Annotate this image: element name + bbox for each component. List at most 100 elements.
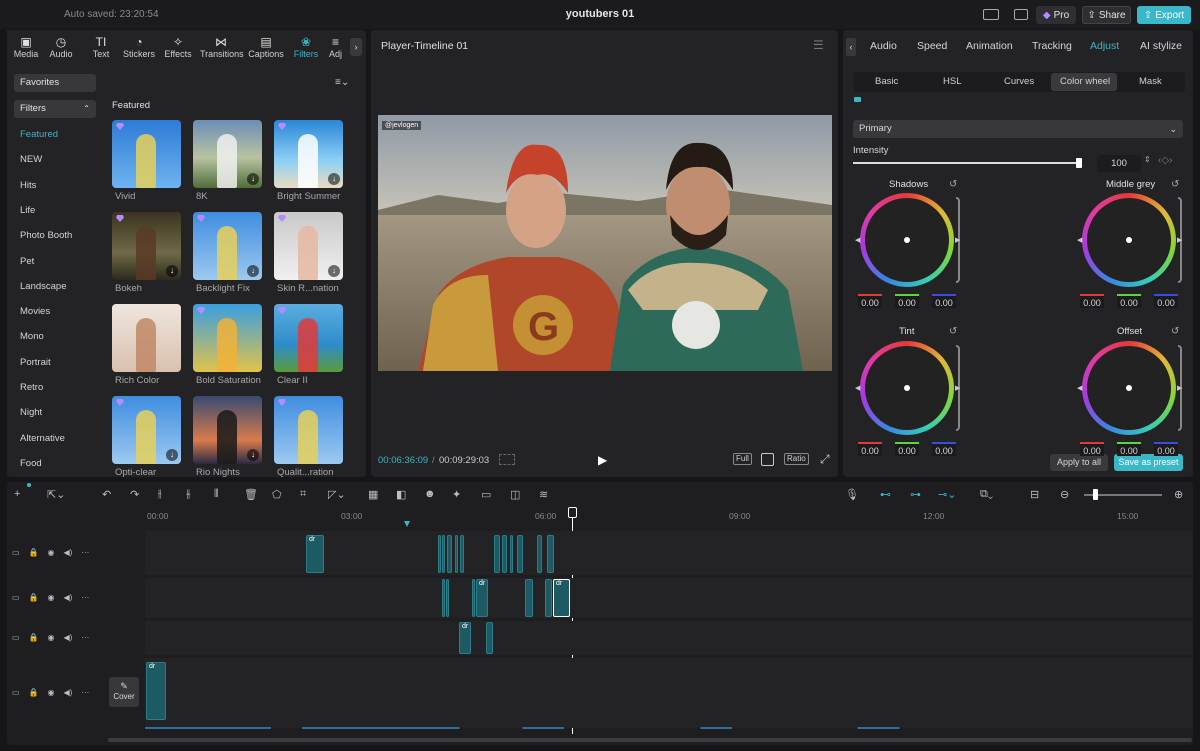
- tool-adj[interactable]: ≡ Adj: [323, 35, 348, 59]
- tab-ai-stylize[interactable]: AI stylize: [1140, 40, 1182, 52]
- add-track-icon[interactable]: +: [14, 488, 20, 500]
- record-icon[interactable]: ◫: [510, 488, 520, 501]
- timeline-clip[interactable]: [472, 579, 475, 617]
- timeline-track[interactable]: [145, 578, 1193, 618]
- intensity-slider-track[interactable]: [853, 162, 1079, 164]
- tool-audio[interactable]: ◷ Audio: [40, 35, 82, 59]
- category-landscape[interactable]: Landscape: [20, 281, 66, 292]
- color-wheel-tint[interactable]: [860, 341, 954, 435]
- tool-filters[interactable]: ❀ Filters: [285, 35, 327, 59]
- track-type-icon[interactable]: ▭: [12, 633, 20, 642]
- wheel-value-r[interactable]: 0.00: [858, 294, 882, 308]
- filter-thumbnail[interactable]: ↓: [193, 396, 262, 464]
- timeline-clip[interactable]: [438, 535, 441, 573]
- filter-thumbnail[interactable]: [274, 396, 343, 464]
- category-portrait[interactable]: Portrait: [20, 357, 51, 368]
- wheel-value-b[interactable]: 0.00: [1154, 442, 1178, 456]
- eye-icon[interactable]: ◉: [48, 548, 55, 557]
- wheel-value-b[interactable]: 0.00: [932, 294, 956, 308]
- timeline-clip[interactable]: [447, 535, 452, 573]
- full-button[interactable]: Full: [733, 453, 752, 465]
- filters-group-button[interactable]: Filters ⌃: [14, 100, 96, 118]
- timeline-clip[interactable]: dr: [306, 535, 324, 573]
- microphone-icon[interactable]: 🎙: [845, 488, 859, 501]
- category-food[interactable]: Food: [20, 458, 42, 469]
- wheel-value-b[interactable]: 0.00: [932, 442, 956, 456]
- tool-text[interactable]: TI Text: [80, 35, 122, 59]
- category-life[interactable]: Life: [20, 205, 35, 216]
- more-icon[interactable]: ···: [81, 688, 89, 697]
- caption-track-icon[interactable]: ⊟: [1030, 488, 1039, 501]
- eye-icon[interactable]: ◉: [48, 593, 55, 602]
- eye-icon[interactable]: ◉: [48, 633, 55, 642]
- main-track-magnet-icon[interactable]: ⊷: [880, 488, 891, 501]
- timeline-track[interactable]: [145, 531, 1193, 575]
- timeline-clip[interactable]: [545, 579, 552, 617]
- reset-icon[interactable]: ↺: [1171, 179, 1179, 190]
- auto-reframe-icon[interactable]: ▦: [368, 488, 378, 501]
- timeline-clip[interactable]: [455, 535, 458, 573]
- filter-thumbnail[interactable]: ↓: [112, 212, 181, 280]
- download-icon[interactable]: ↓: [247, 265, 259, 277]
- wheel-value-r[interactable]: 0.00: [1080, 294, 1104, 308]
- filter-thumbnail[interactable]: [193, 304, 262, 372]
- filter-thumbnail[interactable]: ↓: [274, 120, 343, 188]
- timeline-clip[interactable]: [547, 535, 554, 573]
- color-wheel-offset[interactable]: [1082, 341, 1176, 435]
- wheel-handle[interactable]: [1126, 385, 1132, 391]
- wheel-value-b[interactable]: 0.00: [1154, 294, 1178, 308]
- timeline-track[interactable]: [145, 621, 1193, 655]
- speaker-icon[interactable]: ◀): [64, 548, 73, 557]
- tab-animation[interactable]: Animation: [966, 40, 1013, 52]
- timeline-clip[interactable]: [537, 535, 542, 573]
- subtab-curves[interactable]: Curves: [1004, 76, 1034, 87]
- timeline-clip[interactable]: [446, 579, 449, 617]
- more-icon[interactable]: ···: [81, 548, 89, 557]
- wheel-value-g[interactable]: 0.00: [895, 442, 919, 456]
- intensity-value-input[interactable]: 100: [1097, 155, 1141, 172]
- subtab-hsl[interactable]: HSL: [943, 76, 961, 87]
- timeline-clip[interactable]: dr: [146, 662, 166, 720]
- tools-scroll-right-icon[interactable]: ›: [350, 38, 362, 56]
- category-hits[interactable]: Hits: [20, 180, 36, 191]
- category-night[interactable]: Night: [20, 407, 42, 418]
- tool-captions[interactable]: ▤ Captions: [245, 35, 287, 59]
- share-button[interactable]: ⇪ Share: [1082, 6, 1131, 24]
- speaker-icon[interactable]: ◀): [64, 688, 73, 697]
- hd-icon[interactable]: ▭: [481, 488, 491, 501]
- filter-thumbnail[interactable]: ↓: [193, 212, 262, 280]
- tool-stickers[interactable]: ◔ Stickers: [118, 35, 160, 59]
- download-icon[interactable]: ↓: [247, 173, 259, 185]
- keyboard-icon[interactable]: [1014, 9, 1028, 20]
- undo-icon[interactable]: ↶: [102, 488, 111, 501]
- wheel-value-r[interactable]: 0.00: [1080, 442, 1104, 456]
- category-alternative[interactable]: Alternative: [20, 433, 65, 444]
- filter-thumbnail[interactable]: ↓: [112, 396, 181, 464]
- wheel-mode-select[interactable]: Primary ⌄: [853, 120, 1183, 138]
- wheel-handle[interactable]: [904, 385, 910, 391]
- auto-snap-icon[interactable]: ⊶: [910, 488, 921, 501]
- category-retro[interactable]: Retro: [20, 382, 43, 393]
- remove-bg-icon[interactable]: ☻: [424, 488, 436, 500]
- more-icon[interactable]: ···: [81, 633, 89, 642]
- zoom-out-icon[interactable]: ⊖: [1060, 488, 1069, 501]
- tab-adjust[interactable]: Adjust: [1090, 40, 1119, 52]
- download-icon[interactable]: ↓: [247, 449, 259, 461]
- preview-axis-icon[interactable]: ⧉⌄: [980, 488, 993, 501]
- download-icon[interactable]: ↓: [166, 449, 178, 461]
- subtab-basic[interactable]: Basic: [875, 76, 898, 87]
- track-type-icon[interactable]: ▭: [12, 688, 20, 697]
- download-icon[interactable]: ↓: [328, 265, 340, 277]
- pro-button[interactable]: ◆ Pro: [1036, 6, 1076, 24]
- panel-back-icon[interactable]: ‹: [846, 38, 856, 56]
- category-new[interactable]: NEW: [20, 154, 42, 165]
- track-type-icon[interactable]: ▭: [12, 548, 20, 557]
- subtab-color-wheel[interactable]: Color wheel: [1060, 76, 1110, 87]
- lock-icon[interactable]: 🔒: [29, 688, 39, 697]
- color-wheel-shadows[interactable]: [860, 193, 954, 287]
- cover-button[interactable]: ✎ Cover: [109, 677, 139, 707]
- tool-effects[interactable]: ✧ Effects: [157, 35, 199, 59]
- download-icon[interactable]: ↓: [166, 265, 178, 277]
- horizontal-scrollbar[interactable]: [108, 738, 1192, 742]
- timeline-clip[interactable]: [460, 535, 464, 573]
